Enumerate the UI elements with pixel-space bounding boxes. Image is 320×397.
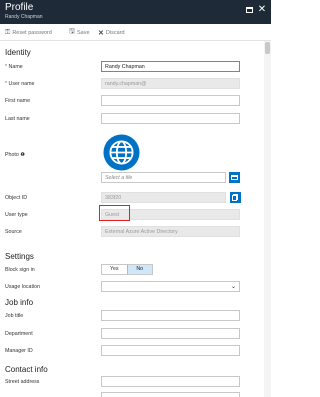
highlight-box bbox=[99, 205, 130, 221]
scrollbar-track[interactable] bbox=[264, 41, 271, 397]
discard-label: Discard bbox=[105, 29, 125, 36]
last-name-label: Last name bbox=[5, 116, 30, 122]
street-address-field[interactable] bbox=[101, 376, 240, 387]
save-icon: 🖫 bbox=[69, 28, 75, 35]
street-address-field-2[interactable] bbox=[101, 392, 240, 397]
street-address-label: Street address bbox=[5, 379, 40, 385]
name-field[interactable]: Randy Chapman bbox=[101, 61, 240, 72]
save-button[interactable]: 🖫 Save bbox=[69, 28, 90, 37]
photo-label: Photo ❶ bbox=[5, 152, 25, 158]
user-name-field: randy.chapman@ bbox=[101, 78, 240, 89]
key-icon: ⚿ bbox=[5, 28, 11, 36]
source-label: Source bbox=[5, 229, 22, 235]
globe-icon bbox=[103, 134, 140, 171]
source-field: External Azure Active Directory bbox=[101, 226, 240, 237]
user-type-label: User type bbox=[5, 212, 28, 218]
photo-file-input[interactable]: Select a file bbox=[101, 172, 226, 183]
department-field[interactable] bbox=[101, 328, 240, 339]
usage-location-select[interactable]: ⌄ bbox=[101, 281, 240, 292]
blade-header: Profile Randy Chapman ✕ bbox=[0, 0, 271, 24]
maximize-icon[interactable] bbox=[245, 5, 255, 15]
section-identity: Identity bbox=[5, 48, 31, 57]
last-name-field[interactable] bbox=[101, 113, 240, 124]
blade-title: Profile bbox=[5, 2, 34, 13]
copy-icon[interactable] bbox=[230, 192, 241, 203]
folder-icon[interactable] bbox=[229, 172, 240, 183]
manager-id-field[interactable] bbox=[101, 345, 240, 356]
department-label: Department bbox=[5, 331, 33, 337]
block-sign-in-toggle[interactable]: Yes No bbox=[101, 264, 153, 275]
command-bar: ⚿ Reset password 🖫 Save ✕ Discard bbox=[0, 24, 271, 41]
section-settings: Settings bbox=[5, 252, 34, 261]
block-sign-in-label: Block sign in bbox=[5, 267, 35, 273]
name-label: * Name bbox=[5, 64, 23, 70]
job-title-field[interactable] bbox=[101, 310, 240, 321]
object-id-field: 383f20 bbox=[101, 192, 226, 203]
close-icon[interactable]: ✕ bbox=[257, 5, 267, 15]
first-name-label: First name bbox=[5, 98, 31, 104]
scrollbar-thumb[interactable] bbox=[265, 42, 270, 54]
blade-subtitle: Randy Chapman bbox=[5, 14, 43, 20]
user-name-label: * User name bbox=[5, 81, 35, 87]
object-id-label: Object ID bbox=[5, 195, 28, 201]
toggle-no[interactable]: No bbox=[126, 265, 152, 274]
job-title-label: Job title bbox=[5, 313, 24, 319]
toggle-yes[interactable]: Yes bbox=[102, 265, 127, 274]
save-label: Save bbox=[76, 29, 90, 36]
section-job-info: Job info bbox=[5, 298, 34, 307]
first-name-field[interactable] bbox=[101, 95, 240, 106]
discard-button[interactable]: ✕ Discard bbox=[98, 28, 125, 37]
reset-password-button[interactable]: ⚿ Reset password bbox=[5, 28, 52, 37]
manager-id-label: Manager ID bbox=[5, 348, 33, 354]
usage-location-label: Usage location bbox=[5, 284, 41, 290]
info-icon: ❶ bbox=[20, 152, 25, 158]
chevron-down-icon: ⌄ bbox=[230, 284, 236, 290]
reset-password-label: Reset password bbox=[12, 29, 52, 36]
section-contact-info: Contact info bbox=[5, 365, 48, 374]
x-icon: ✕ bbox=[98, 29, 104, 37]
